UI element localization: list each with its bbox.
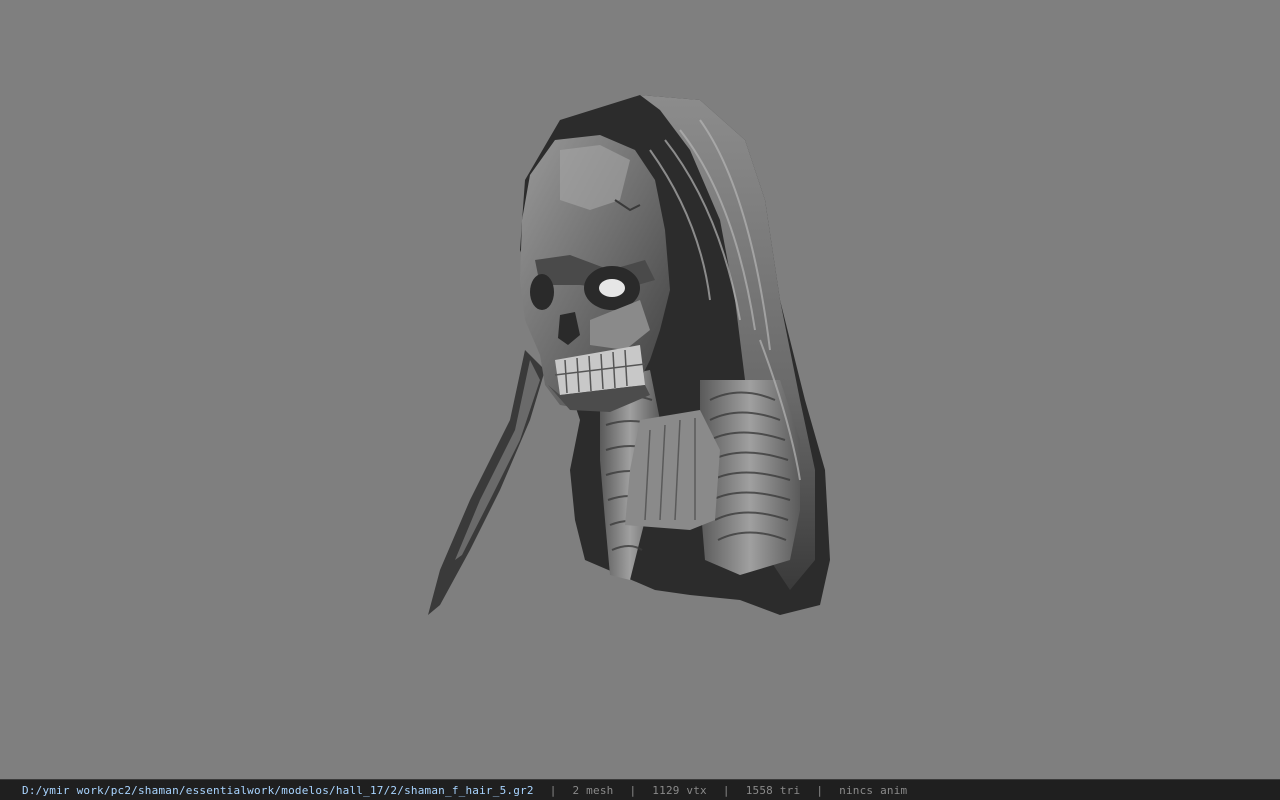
hair-strip bbox=[625, 410, 720, 530]
status-bar: D:/ymir work/pc2/shaman/essentialwork/mo… bbox=[0, 779, 1280, 800]
triangle-count-text: 1558 tri bbox=[745, 783, 801, 797]
status-separator: | bbox=[629, 783, 637, 797]
status-separator: | bbox=[816, 783, 824, 797]
vertex-count-text: 1129 vtx bbox=[652, 783, 707, 797]
skull-hair-model[interactable] bbox=[0, 0, 1280, 779]
file-path-text: D:/ymir work/pc2/shaman/essentialwork/mo… bbox=[22, 783, 534, 797]
status-separator: | bbox=[549, 783, 557, 797]
mesh-count-text: 2 mesh bbox=[572, 783, 614, 797]
status-separator: | bbox=[722, 783, 730, 797]
model-viewport[interactable] bbox=[0, 0, 1280, 779]
anim-status-text: nincs anim bbox=[839, 783, 908, 797]
